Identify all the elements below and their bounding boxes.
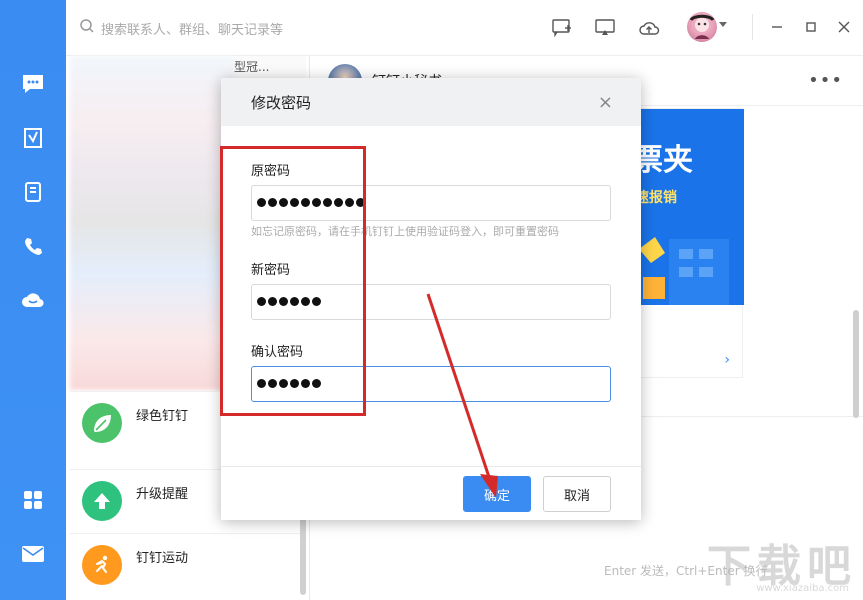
divider (752, 14, 753, 40)
contacts-icon[interactable] (17, 176, 49, 208)
apps-icon[interactable] (17, 484, 49, 516)
chevron-right-icon[interactable]: › (724, 352, 730, 368)
banner-title: 票夹 (633, 143, 693, 178)
dialog-title: 修改密码 (251, 94, 312, 112)
search-icon (79, 18, 95, 38)
cloud-upload-icon[interactable] (637, 16, 661, 40)
dialog-header: 修改密码 × (221, 78, 641, 126)
cloud-icon[interactable] (17, 284, 49, 316)
list-item-label: 钉钉运动 (136, 551, 189, 566)
leaf-icon (82, 403, 122, 443)
dialog-footer-divider (221, 466, 641, 467)
banner-subtitle: 速报销 (635, 190, 677, 206)
close-window-icon[interactable] (833, 16, 855, 38)
more-icon[interactable]: ••• (808, 70, 843, 91)
runner-icon (82, 545, 122, 585)
maximize-icon[interactable] (800, 16, 822, 38)
watermark-logo: 下载吧 www.xiazaiba.com (707, 541, 857, 594)
user-avatar[interactable] (687, 12, 717, 42)
confirm-button[interactable]: 确定 (463, 476, 531, 512)
cancel-button[interactable]: 取消 (543, 476, 611, 512)
blurred-conversations (70, 56, 236, 390)
chat-scrollbar[interactable] (853, 310, 859, 418)
list-item-label: 升级提醒 (136, 487, 189, 502)
search-input[interactable]: 搜索联系人、群组、聊天记录等 (101, 19, 283, 38)
ding-icon[interactable] (17, 122, 49, 154)
upgrade-arrow-icon (82, 481, 122, 521)
close-icon[interactable]: × (598, 92, 613, 113)
banner-illustration (639, 237, 729, 305)
list-item[interactable]: 钉钉运动 (70, 533, 306, 595)
chevron-down-icon[interactable] (719, 22, 727, 27)
phone-icon[interactable] (17, 230, 49, 262)
minimize-icon[interactable] (766, 16, 788, 38)
mail-icon[interactable] (17, 538, 49, 570)
conversation-preview: 型冠... (234, 60, 270, 74)
left-rail (0, 0, 66, 600)
chat-icon[interactable] (17, 68, 49, 100)
screen-share-icon[interactable] (593, 16, 617, 40)
new-chat-icon[interactable] (550, 16, 574, 40)
highlight-box (220, 146, 366, 416)
list-item-label: 绿色钉钉 (136, 409, 189, 424)
